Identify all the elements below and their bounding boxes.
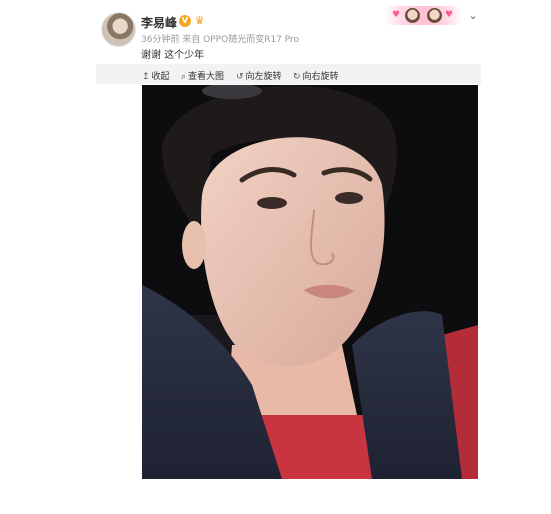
portrait-illustration	[142, 85, 478, 479]
decoration-card[interactable]: ♥ ♥	[383, 6, 463, 25]
sticker-face	[405, 8, 420, 23]
post-text: 谢谢 这个少年	[141, 50, 205, 61]
collapse-button[interactable]: ↥ 收起	[142, 69, 170, 82]
view-large-button[interactable]: ⌕ 查看大图	[181, 69, 224, 82]
verified-badge-icon: V	[179, 15, 191, 27]
sticker-face	[427, 8, 442, 23]
collapse-label: 收起	[151, 72, 170, 82]
magnifier-icon: ⌕	[181, 72, 187, 82]
post-meta: 36分钟前 来自 OPPO随光而变R17 Pro	[141, 35, 300, 45]
view-large-label: 查看大图	[188, 72, 225, 82]
username[interactable]: 李易峰	[141, 14, 177, 31]
rotate-right-label: 向右旋转	[302, 72, 339, 82]
avatar[interactable]	[101, 12, 136, 47]
rotate-left-button[interactable]: ↺ 向左旋转	[236, 69, 282, 82]
collapse-up-icon: ↥	[142, 72, 150, 82]
chevron-down-icon[interactable]: ⌄	[466, 9, 480, 23]
rotate-right-button[interactable]: ↻ 向右旋转	[293, 69, 339, 82]
crown-badge-icon: ♛	[194, 14, 205, 27]
heart-icon: ♥	[445, 10, 454, 20]
post-photo[interactable]	[142, 85, 478, 479]
rotate-left-icon: ↺	[236, 72, 244, 82]
heart-icon: ♥	[392, 10, 401, 20]
rotate-left-label: 向左旋转	[245, 72, 282, 82]
rotate-right-icon: ↻	[293, 72, 301, 82]
